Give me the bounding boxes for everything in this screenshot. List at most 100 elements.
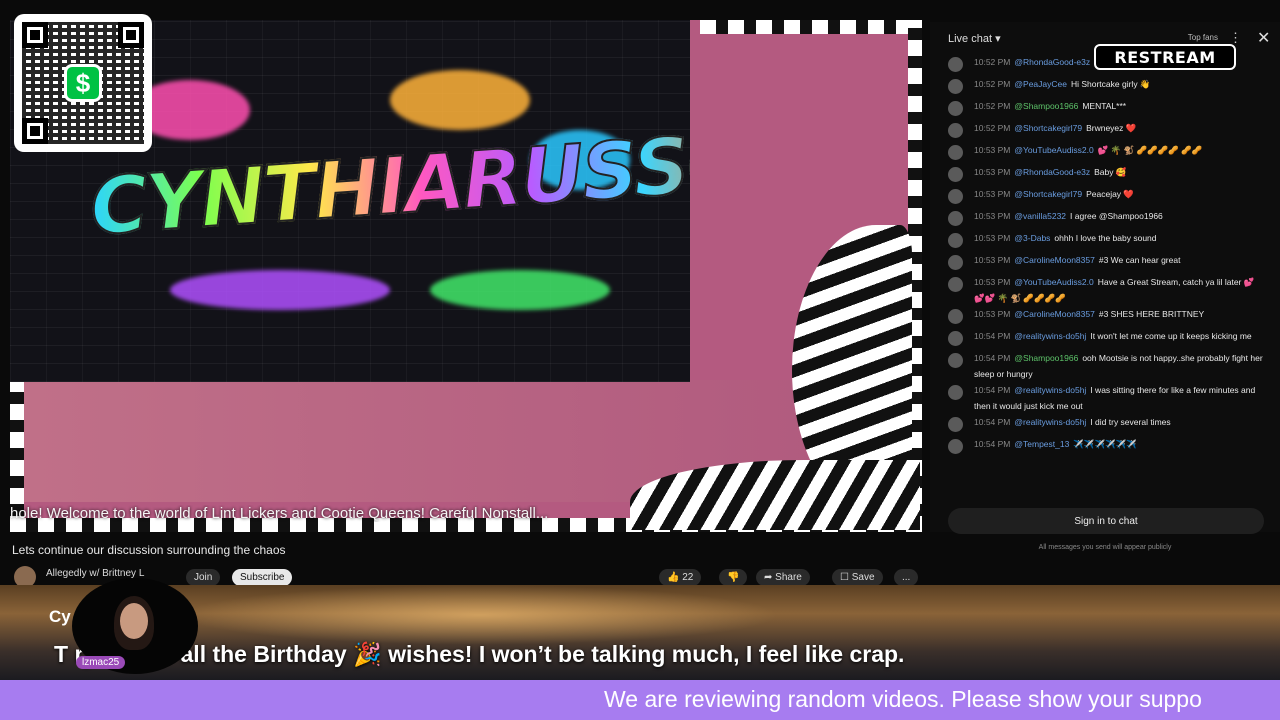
- chat-avatar[interactable]: [948, 309, 963, 324]
- chat-message: 10:52 PM @RhondaGood-e3z: [944, 54, 1264, 76]
- share-button[interactable]: ➦ Share: [756, 569, 810, 586]
- like-button[interactable]: 👍 22: [659, 569, 702, 586]
- chat-avatar[interactable]: [948, 79, 963, 94]
- chat-username[interactable]: @Shortcakegirl79: [1014, 189, 1082, 199]
- share-label: Share: [775, 572, 802, 583]
- news-ticker: We are reviewing random videos. Please s…: [0, 680, 1280, 720]
- chat-timestamp: 10:52 PM: [974, 79, 1011, 89]
- chat-message: 10:54 PM @Shampoo1966 ooh Mootsie is not h…: [944, 350, 1264, 382]
- chat-username[interactable]: @RhondaGood-e3z: [1014, 57, 1090, 67]
- chat-avatar[interactable]: [948, 233, 963, 248]
- chat-text: Brwneyez ❤️: [1086, 123, 1137, 133]
- ticker-text: We are reviewing random videos. Please s…: [604, 686, 1202, 712]
- more-actions-button[interactable]: ...: [894, 569, 919, 586]
- thumbs-up-icon: 👍: [667, 572, 683, 583]
- chat-username[interactable]: @Shortcakegirl79: [1014, 123, 1082, 133]
- chat-messages[interactable]: 10:52 PM @RhondaGood-e3z 10:52 PM @PeaJayCe…: [944, 54, 1264, 458]
- chat-text: Baby 🥰: [1094, 167, 1127, 177]
- chat-text: ✈️✈️✈️✈️✈️✈️: [1073, 439, 1137, 449]
- chat-username[interactable]: @Shampoo1966: [1014, 353, 1078, 363]
- chat-username[interactable]: @Shampoo1966: [1014, 101, 1078, 111]
- chat-avatar[interactable]: [948, 57, 963, 72]
- save-icon: ☐: [840, 572, 852, 583]
- chat-avatar[interactable]: [948, 211, 963, 226]
- chat-username[interactable]: @RhondaGood-e3z: [1014, 167, 1090, 177]
- chat-timestamp: 10:54 PM: [974, 439, 1011, 449]
- chat-timestamp: 10:54 PM: [974, 417, 1011, 427]
- chat-timestamp: 10:53 PM: [974, 277, 1011, 287]
- chat-timestamp: 10:53 PM: [974, 145, 1011, 155]
- chat-message: 10:53 PM @RhondaGood-e3z Baby 🥰: [944, 164, 1264, 186]
- chat-public-note: All messages you send will appear public…: [1038, 544, 1172, 551]
- chat-avatar[interactable]: [948, 331, 963, 346]
- chat-avatar[interactable]: [948, 255, 963, 270]
- paint-splash: [170, 270, 390, 310]
- share-icon: ➦: [764, 572, 776, 583]
- like-count: 22: [682, 572, 694, 583]
- chat-avatar[interactable]: [948, 439, 963, 454]
- chat-timestamp: 10:53 PM: [974, 211, 1011, 221]
- live-chat-panel: Live chat ▾ Top fans ⋮ RESTREAM 10:52 PM…: [930, 22, 1280, 551]
- stream-screen: CYNTHIARUSSO $ hole! Welcome to the worl…: [0, 0, 1280, 720]
- thumbs-down-icon: 👎: [727, 572, 740, 583]
- chat-timestamp: 10:53 PM: [974, 255, 1011, 265]
- chat-avatar[interactable]: [948, 417, 963, 432]
- chat-username[interactable]: @YouTubeAudiss2.0: [1014, 145, 1093, 155]
- chat-timestamp: 10:54 PM: [974, 331, 1011, 341]
- chat-username[interactable]: @realitywins-do5hj: [1014, 417, 1086, 427]
- chat-message: 10:52 PM @Shortcakegirl79 Brwneyez ❤️: [944, 120, 1264, 142]
- chat-text: 💕 🌴 🐒 🥜🥜🥜🥜 🥜🥜: [1097, 145, 1203, 155]
- chat-message: 10:53 PM @3-Dabs ohhh I love the baby soun…: [944, 230, 1264, 252]
- chat-avatar[interactable]: [948, 189, 963, 204]
- save-button[interactable]: ☐ Save: [832, 569, 883, 586]
- chat-text: Peacejay ❤️: [1086, 189, 1135, 199]
- chat-message: 10:53 PM @YouTubeAudiss2.0 💕 🌴 🐒 🥜🥜🥜🥜 🥜🥜: [944, 142, 1264, 164]
- chat-avatar[interactable]: [948, 145, 963, 160]
- join-button[interactable]: Join: [186, 569, 221, 586]
- chat-message: 10:54 PM @realitywins-do5hj I did try seve…: [944, 414, 1264, 436]
- chat-text: #3 We can hear great: [1098, 255, 1181, 265]
- chat-message: 10:52 PM @Shampoo1966 MENTAL***: [944, 98, 1264, 120]
- chat-username[interactable]: @CarolineMoon8357: [1014, 309, 1094, 319]
- chat-timestamp: 10:52 PM: [974, 57, 1011, 67]
- chat-text: MENTAL***: [1082, 101, 1127, 111]
- user-tag-badge: lzmac25: [76, 656, 126, 669]
- chat-timestamp: 10:53 PM: [974, 167, 1011, 177]
- chat-username[interactable]: @Tempest_13: [1014, 439, 1069, 449]
- chat-username[interactable]: @3-Dabs: [1014, 233, 1050, 243]
- dislike-button[interactable]: 👎: [719, 569, 748, 586]
- chat-username[interactable]: @realitywins-do5hj: [1014, 331, 1086, 341]
- chat-username[interactable]: @realitywins-do5hj: [1014, 385, 1086, 395]
- paint-splash: [390, 70, 530, 130]
- chat-text: Hi Shortcake girly 👋: [1070, 79, 1151, 89]
- chat-timestamp: 10:52 PM: [974, 101, 1011, 111]
- chat-avatar[interactable]: [948, 277, 963, 292]
- chat-avatar[interactable]: [948, 353, 963, 368]
- sign-in-chat-button[interactable]: Sign in to chat: [948, 508, 1264, 534]
- chat-username[interactable]: @PeaJayCee: [1014, 79, 1067, 89]
- chat-header[interactable]: Live chat ▾: [948, 32, 1001, 45]
- chat-message: 10:54 PM @Tempest_13 ✈️✈️✈️✈️✈️✈️: [944, 436, 1264, 458]
- chat-avatar[interactable]: [948, 167, 963, 182]
- qr-finder-icon: [118, 22, 144, 48]
- chat-message: 10:53 PM @CarolineMoon8357 #3 We can hear …: [944, 252, 1264, 274]
- chat-username[interactable]: @YouTubeAudiss2.0: [1014, 277, 1093, 287]
- chat-avatar[interactable]: [948, 385, 963, 400]
- chat-avatar[interactable]: [948, 123, 963, 138]
- qr-finder-icon: [22, 118, 48, 144]
- chat-username[interactable]: @CarolineMoon8357: [1014, 255, 1094, 265]
- chat-timestamp: 10:52 PM: [974, 123, 1011, 133]
- qr-finder-icon: [22, 22, 48, 48]
- chat-username[interactable]: @vanilla5232: [1014, 211, 1066, 221]
- chat-text: I agree @Shampoo1966: [1070, 211, 1163, 221]
- close-icon[interactable]: ✕: [1257, 28, 1272, 48]
- top-fans-label[interactable]: Top fans: [1188, 33, 1218, 42]
- subscribe-button[interactable]: Subscribe: [232, 569, 293, 586]
- save-label: Save: [851, 572, 875, 583]
- chat-avatar[interactable]: [948, 101, 963, 116]
- chat-timestamp: 10:54 PM: [974, 385, 1011, 395]
- cashapp-qr-code: $: [14, 14, 152, 152]
- chat-message: 10:54 PM @realitywins-do5hj It won't let m…: [944, 328, 1264, 350]
- chat-text: I did try several times: [1090, 417, 1171, 427]
- chat-message: 10:53 PM @YouTubeAudiss2.0 Have a Great St…: [944, 274, 1264, 306]
